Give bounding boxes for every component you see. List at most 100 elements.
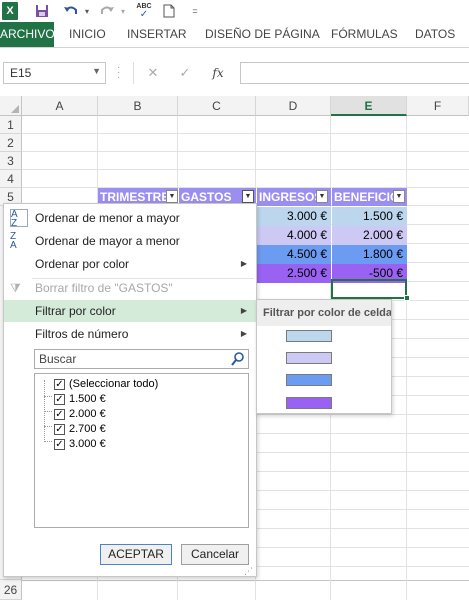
checkbox-checked[interactable]: ✓ bbox=[54, 379, 65, 390]
insert-function-icon[interactable]: fx bbox=[207, 62, 229, 84]
submenu-title: Filtrar por color de celda bbox=[257, 300, 391, 326]
number-filters-item[interactable]: Filtros de número ▶ bbox=[4, 323, 256, 345]
row-header-26[interactable]: 26 bbox=[0, 580, 22, 600]
column-header-b[interactable]: B bbox=[98, 96, 178, 116]
color-swatch-blue[interactable] bbox=[286, 374, 332, 386]
cell-ingresos[interactable]: 2.500 € bbox=[256, 264, 331, 283]
active-cell-selection[interactable] bbox=[331, 279, 407, 299]
clear-filter-label: Borrar filtro de "GASTOS" bbox=[35, 281, 173, 295]
filter-by-color-submenu: Filtrar por color de celda bbox=[256, 299, 392, 414]
grip-icon: · · · bbox=[117, 62, 121, 83]
ribbon-tabs: ARCHIVO INICIO INSERTAR DISEÑO DE PÁGINA… bbox=[0, 22, 469, 48]
search-input[interactable]: Buscar bbox=[34, 349, 249, 369]
cell-beneficio[interactable]: 1.500 € bbox=[332, 207, 407, 226]
filter-dropdown-icon[interactable]: ▼ bbox=[166, 190, 178, 203]
sort-descending-item[interactable]: ZA Ordenar de mayor a menor bbox=[4, 230, 256, 252]
sort-by-color-label: Ordenar por color bbox=[35, 257, 130, 271]
cancel-button[interactable]: Cancelar bbox=[181, 544, 249, 565]
column-header-c[interactable]: C bbox=[178, 96, 256, 116]
tab-diseno-de-pagina[interactable]: DISEÑO DE PÁGINA bbox=[205, 22, 320, 47]
cell-beneficio[interactable]: 1.800 € bbox=[332, 245, 407, 264]
name-box[interactable]: E15 ▼ bbox=[3, 62, 106, 84]
tree-line bbox=[44, 411, 52, 412]
spelling-icon[interactable]: ABC ✓ bbox=[134, 2, 154, 20]
list-item-label: 2.700 € bbox=[69, 423, 106, 435]
color-swatch-purple[interactable] bbox=[286, 397, 332, 409]
gridline bbox=[22, 151, 469, 152]
column-header-d[interactable]: D bbox=[256, 96, 331, 116]
list-item-label: 1.500 € bbox=[69, 393, 106, 405]
resize-grip-icon[interactable]: ⋰ bbox=[244, 566, 256, 576]
chevron-right-icon: ▶ bbox=[240, 329, 247, 338]
sort-ascending-label: Ordenar de menor a mayor bbox=[35, 211, 180, 225]
search-icon[interactable] bbox=[230, 351, 246, 367]
excel-logo-icon: X bbox=[2, 2, 18, 20]
sort-descending-icon: ZA bbox=[10, 231, 17, 251]
chevron-right-icon: ▶ bbox=[240, 259, 247, 268]
cell-ingresos[interactable]: 3.000 € bbox=[256, 207, 331, 226]
fill-handle[interactable] bbox=[404, 295, 410, 301]
gridline bbox=[22, 169, 469, 170]
enter-icon[interactable]: ✓ bbox=[174, 62, 196, 84]
chevron-down-icon[interactable]: ▼ bbox=[92, 66, 101, 76]
tree-line bbox=[44, 426, 52, 427]
column-header-f[interactable]: F bbox=[407, 96, 469, 116]
divider bbox=[133, 62, 134, 84]
select-all-corner[interactable] bbox=[0, 96, 22, 116]
undo-dropdown-icon[interactable]: ▾ bbox=[83, 2, 91, 20]
cell-ingresos[interactable]: 4.500 € bbox=[256, 245, 331, 264]
row-header-4[interactable]: 4 bbox=[0, 170, 22, 188]
gridline bbox=[22, 133, 469, 134]
filter-by-color-label: Filtrar por color bbox=[35, 304, 116, 318]
sort-by-color-item[interactable]: Ordenar por color ▶ bbox=[4, 253, 256, 275]
search-placeholder: Buscar bbox=[39, 352, 77, 366]
filter-values-list: ✓ (Seleccionar todo) ✓ 1.500 € ✓ 2.000 €… bbox=[34, 373, 249, 528]
row-header-1[interactable]: 1 bbox=[0, 116, 22, 134]
color-swatch-lavender[interactable] bbox=[286, 352, 332, 364]
redo-icon[interactable] bbox=[96, 2, 118, 20]
customize-qat-icon[interactable]: = bbox=[190, 2, 200, 20]
list-item-label: 2.000 € bbox=[69, 408, 106, 420]
filter-dropdown-icon[interactable]: ▼ bbox=[393, 190, 405, 203]
column-header-e[interactable]: E bbox=[331, 96, 407, 116]
tab-formulas[interactable]: FÓRMULAS bbox=[331, 22, 398, 47]
undo-icon[interactable] bbox=[60, 2, 82, 20]
filter-by-color-item[interactable]: Filtrar por color ▶ bbox=[4, 300, 256, 322]
clear-filter-icon: ⧩ bbox=[10, 281, 21, 295]
save-icon[interactable] bbox=[34, 2, 50, 20]
column-header-a[interactable]: A bbox=[22, 96, 98, 116]
ok-button[interactable]: ACEPTAR bbox=[100, 544, 172, 565]
list-item-label: (Seleccionar todo) bbox=[69, 378, 159, 390]
filter-active-icon[interactable]: ▼ bbox=[242, 190, 254, 203]
tree-line bbox=[44, 396, 52, 397]
tab-archivo[interactable]: ARCHIVO bbox=[0, 22, 55, 47]
filter-dropdown-icon[interactable]: ▼ bbox=[316, 190, 328, 203]
number-filters-label: Filtros de número bbox=[35, 327, 129, 341]
checkbox-checked[interactable]: ✓ bbox=[54, 439, 65, 450]
new-document-icon[interactable] bbox=[162, 2, 176, 20]
sort-ascending-icon: AZ bbox=[10, 209, 28, 229]
row-header-3[interactable]: 3 bbox=[0, 152, 22, 170]
checkbox-checked[interactable]: ✓ bbox=[54, 409, 65, 420]
cell-ingresos[interactable]: 4.000 € bbox=[256, 226, 331, 245]
row-header-2[interactable]: 2 bbox=[0, 134, 22, 152]
sort-ascending-item[interactable]: AZ Ordenar de menor a mayor bbox=[4, 207, 256, 229]
name-box-value: E15 bbox=[10, 66, 32, 80]
checkbox-checked[interactable]: ✓ bbox=[54, 424, 65, 435]
gridline bbox=[22, 580, 469, 581]
cancel-icon[interactable]: ✕ bbox=[142, 62, 164, 84]
list-item-label: 3.000 € bbox=[69, 438, 106, 450]
clear-filter-item[interactable]: ⧩ Borrar filtro de "GASTOS" bbox=[4, 277, 256, 299]
tab-inicio[interactable]: INICIO bbox=[69, 22, 106, 47]
tab-insertar[interactable]: INSERTAR bbox=[127, 22, 187, 47]
color-swatch-light-blue[interactable] bbox=[286, 330, 332, 342]
formula-input[interactable] bbox=[240, 62, 469, 84]
redo-dropdown-icon[interactable]: ▾ bbox=[119, 2, 127, 20]
cell-beneficio[interactable]: 2.000 € bbox=[332, 226, 407, 245]
tree-line bbox=[44, 441, 52, 442]
formula-bar: E15 ▼ · · · ✕ ✓ fx bbox=[0, 48, 469, 98]
sort-descending-label: Ordenar de mayor a menor bbox=[35, 234, 180, 248]
checkbox-checked[interactable]: ✓ bbox=[54, 394, 65, 405]
tab-datos[interactable]: DATOS bbox=[415, 22, 455, 47]
chevron-right-icon: ▶ bbox=[240, 306, 247, 315]
